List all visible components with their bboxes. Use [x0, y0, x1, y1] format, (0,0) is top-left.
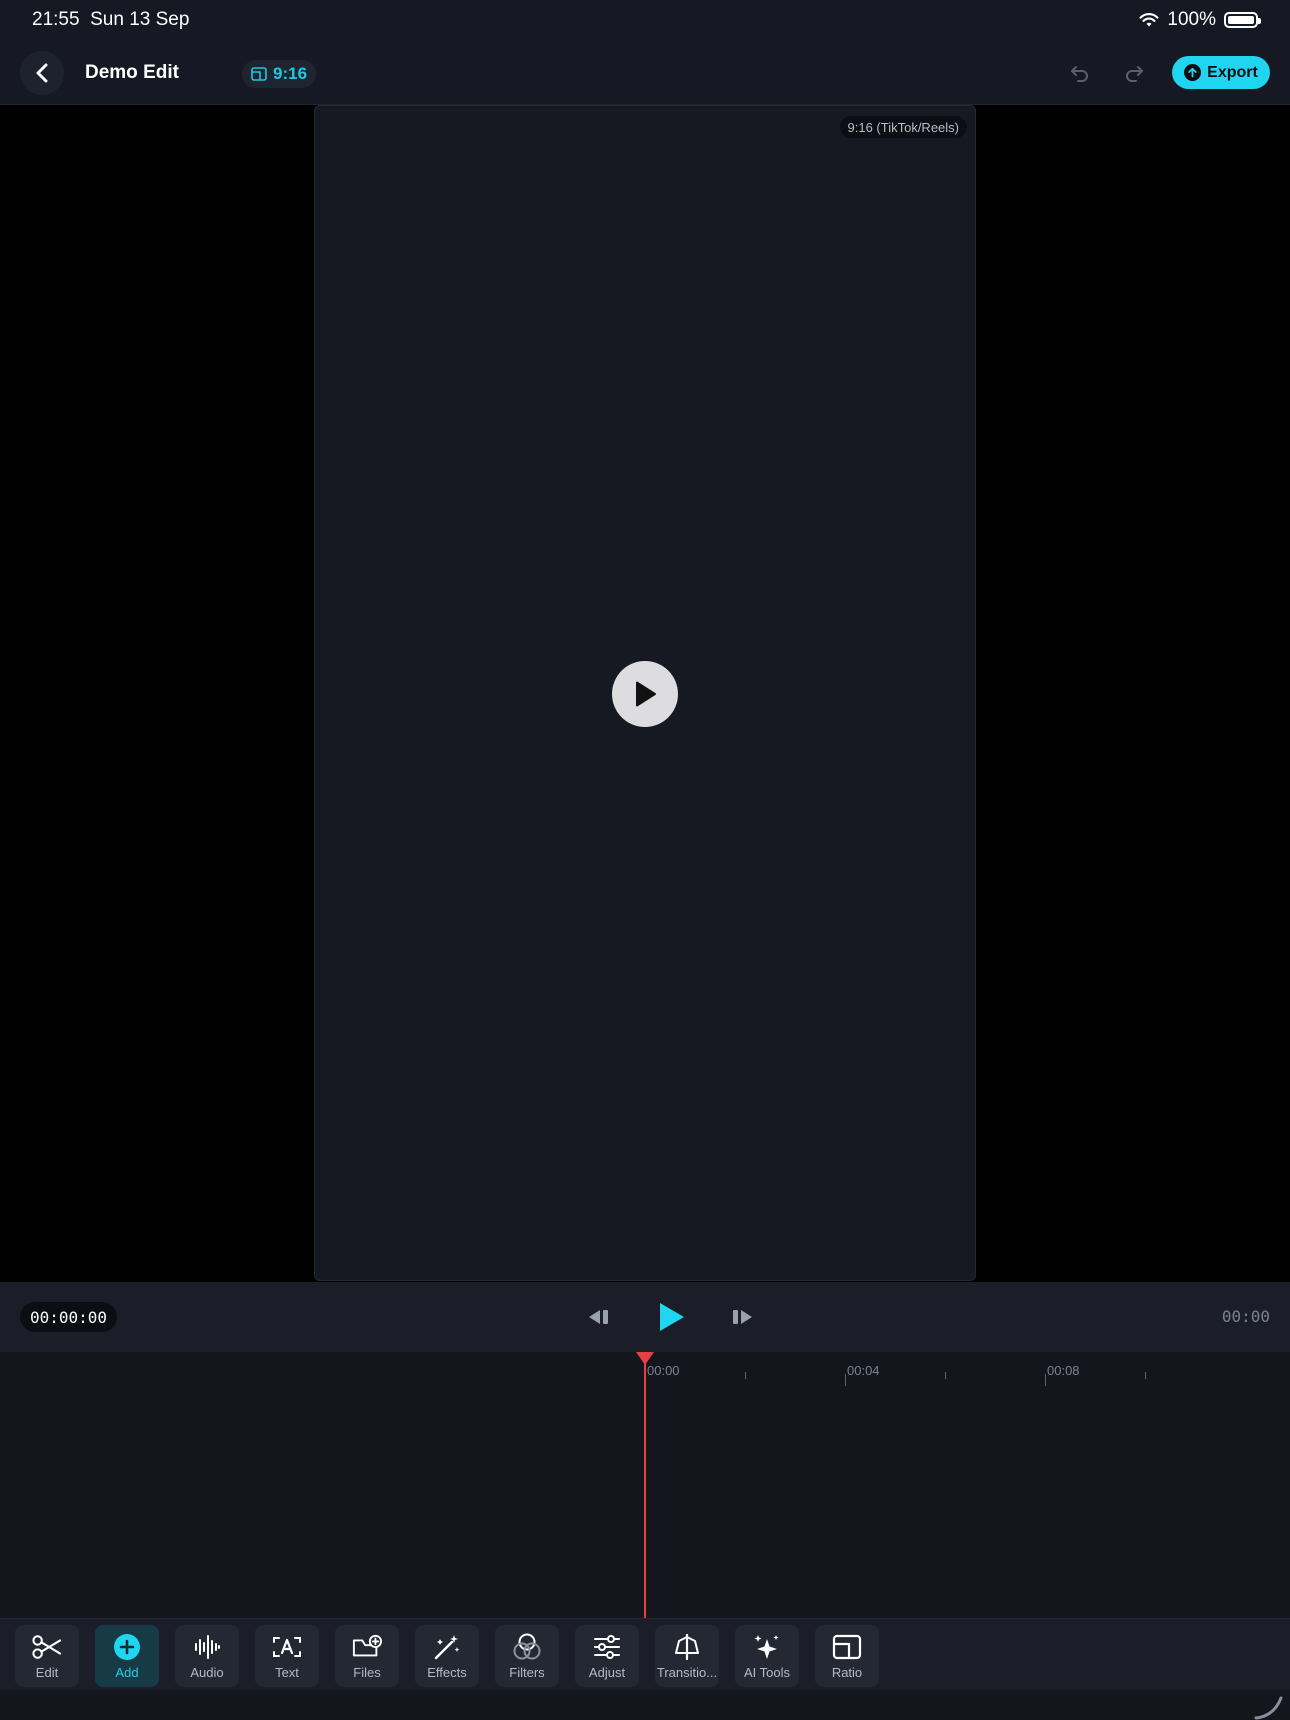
play-icon: [636, 681, 656, 707]
folder-plus-icon: [352, 1633, 382, 1661]
play-icon: [660, 1303, 684, 1331]
ratio-icon: [832, 1633, 862, 1661]
tool-label: Edit: [35, 1665, 59, 1680]
play-button[interactable]: [654, 1299, 688, 1335]
step-forward-icon: [733, 1310, 752, 1324]
playhead[interactable]: [644, 1362, 646, 1618]
back-button[interactable]: [20, 51, 64, 95]
project-title: Demo Edit: [85, 62, 179, 83]
date: Sun 13 Sep: [90, 9, 190, 30]
magic-wand-icon: [432, 1633, 462, 1661]
battery-icon: [1224, 12, 1261, 28]
timeline-minor-tick: [745, 1372, 746, 1379]
tool-audio[interactable]: Audio: [175, 1625, 239, 1687]
export-label: Export: [1207, 63, 1258, 81]
preview-play-button[interactable]: [612, 661, 678, 727]
tool-ratio[interactable]: Ratio: [815, 1625, 879, 1687]
redo-button[interactable]: [1120, 60, 1148, 88]
tool-label: Files: [353, 1665, 381, 1680]
editor-header: Demo Edit 9:16 Export: [0, 40, 1290, 105]
redo-icon: [1126, 66, 1143, 82]
aspect-ratio-chip[interactable]: 9:16: [242, 60, 317, 88]
transition-icon: [672, 1633, 702, 1661]
waveform-icon: [192, 1633, 222, 1661]
ratio-icon: [251, 67, 267, 81]
step-back-button[interactable]: [584, 1302, 614, 1332]
canvas-ratio-badge: 9:16 (TikTok/Reels): [839, 116, 967, 138]
tool-adjust[interactable]: Adjust: [575, 1625, 639, 1687]
tool-transitions[interactable]: Transitio...: [655, 1625, 719, 1687]
tool-ai-tools[interactable]: AI Tools: [735, 1625, 799, 1687]
tool-text[interactable]: Text: [255, 1625, 319, 1687]
tool-files[interactable]: Files: [335, 1625, 399, 1687]
step-forward-button[interactable]: [727, 1302, 757, 1332]
tool-label: Ratio: [831, 1665, 863, 1680]
timeline[interactable]: 00:00 00:04 00:08: [0, 1352, 1290, 1618]
undo-icon: [1071, 66, 1088, 82]
timeline-tick-label: 00:04: [847, 1363, 880, 1378]
scissors-icon: [32, 1633, 62, 1661]
text-box-icon: [272, 1633, 302, 1661]
filters-icon: [512, 1633, 542, 1661]
step-back-icon: [589, 1310, 608, 1324]
tool-label: Adjust: [588, 1665, 626, 1680]
tool-label: Filters: [509, 1665, 545, 1680]
timeline-tick-label: 00:00: [647, 1363, 680, 1378]
tool-label: Effects: [427, 1665, 467, 1680]
transport-bar: 00:00:00 00:00: [0, 1282, 1290, 1352]
plus-circle-icon: [112, 1633, 142, 1661]
timeline-tick-label: 00:08: [1047, 1363, 1080, 1378]
status-time: 21:55 Sun 13 Sep: [32, 9, 189, 31]
clock: 21:55: [32, 9, 80, 30]
video-canvas[interactable]: 9:16 (TikTok/Reels): [314, 105, 976, 1281]
status-bar: 21:55 Sun 13 Sep 100%: [0, 0, 1290, 40]
tool-label: AI Tools: [743, 1665, 790, 1680]
tool-edit[interactable]: Edit: [15, 1625, 79, 1687]
tool-add[interactable]: Add: [95, 1625, 159, 1687]
sparkles-icon: [752, 1633, 782, 1661]
resize-handle-icon: [1254, 1696, 1283, 1720]
aspect-ratio-label: 9:16: [273, 64, 308, 83]
tool-label: Text: [275, 1665, 299, 1680]
current-timecode: 00:00:00: [20, 1302, 118, 1332]
tool-label: Transitio...: [656, 1665, 718, 1680]
tool-filters[interactable]: Filters: [495, 1625, 559, 1687]
bottom-toolbar: Edit Add Audio Text Files Effects Filter…: [0, 1618, 1290, 1690]
chevron-left-icon: [36, 63, 48, 83]
home-indicator-area: [0, 1690, 1290, 1720]
timeline-minor-tick: [1145, 1372, 1146, 1379]
timeline-tick: [845, 1374, 846, 1386]
status-right: 100%: [1139, 9, 1261, 31]
battery-percent: 100%: [1167, 9, 1216, 30]
sliders-icon: [592, 1633, 622, 1661]
undo-button[interactable]: [1066, 60, 1094, 88]
export-button[interactable]: Export: [1172, 56, 1270, 89]
total-duration: 00:00: [1221, 1307, 1270, 1326]
wifi-icon: [1139, 13, 1159, 27]
tool-label: Audio: [190, 1665, 224, 1680]
timeline-minor-tick: [945, 1372, 946, 1379]
upload-icon: [1184, 64, 1202, 81]
tool-label: Add: [115, 1665, 139, 1680]
timeline-tick: [1045, 1374, 1046, 1386]
playhead-handle[interactable]: [636, 1352, 654, 1365]
preview-area: 9:16 (TikTok/Reels): [0, 105, 1290, 1282]
tool-effects[interactable]: Effects: [415, 1625, 479, 1687]
